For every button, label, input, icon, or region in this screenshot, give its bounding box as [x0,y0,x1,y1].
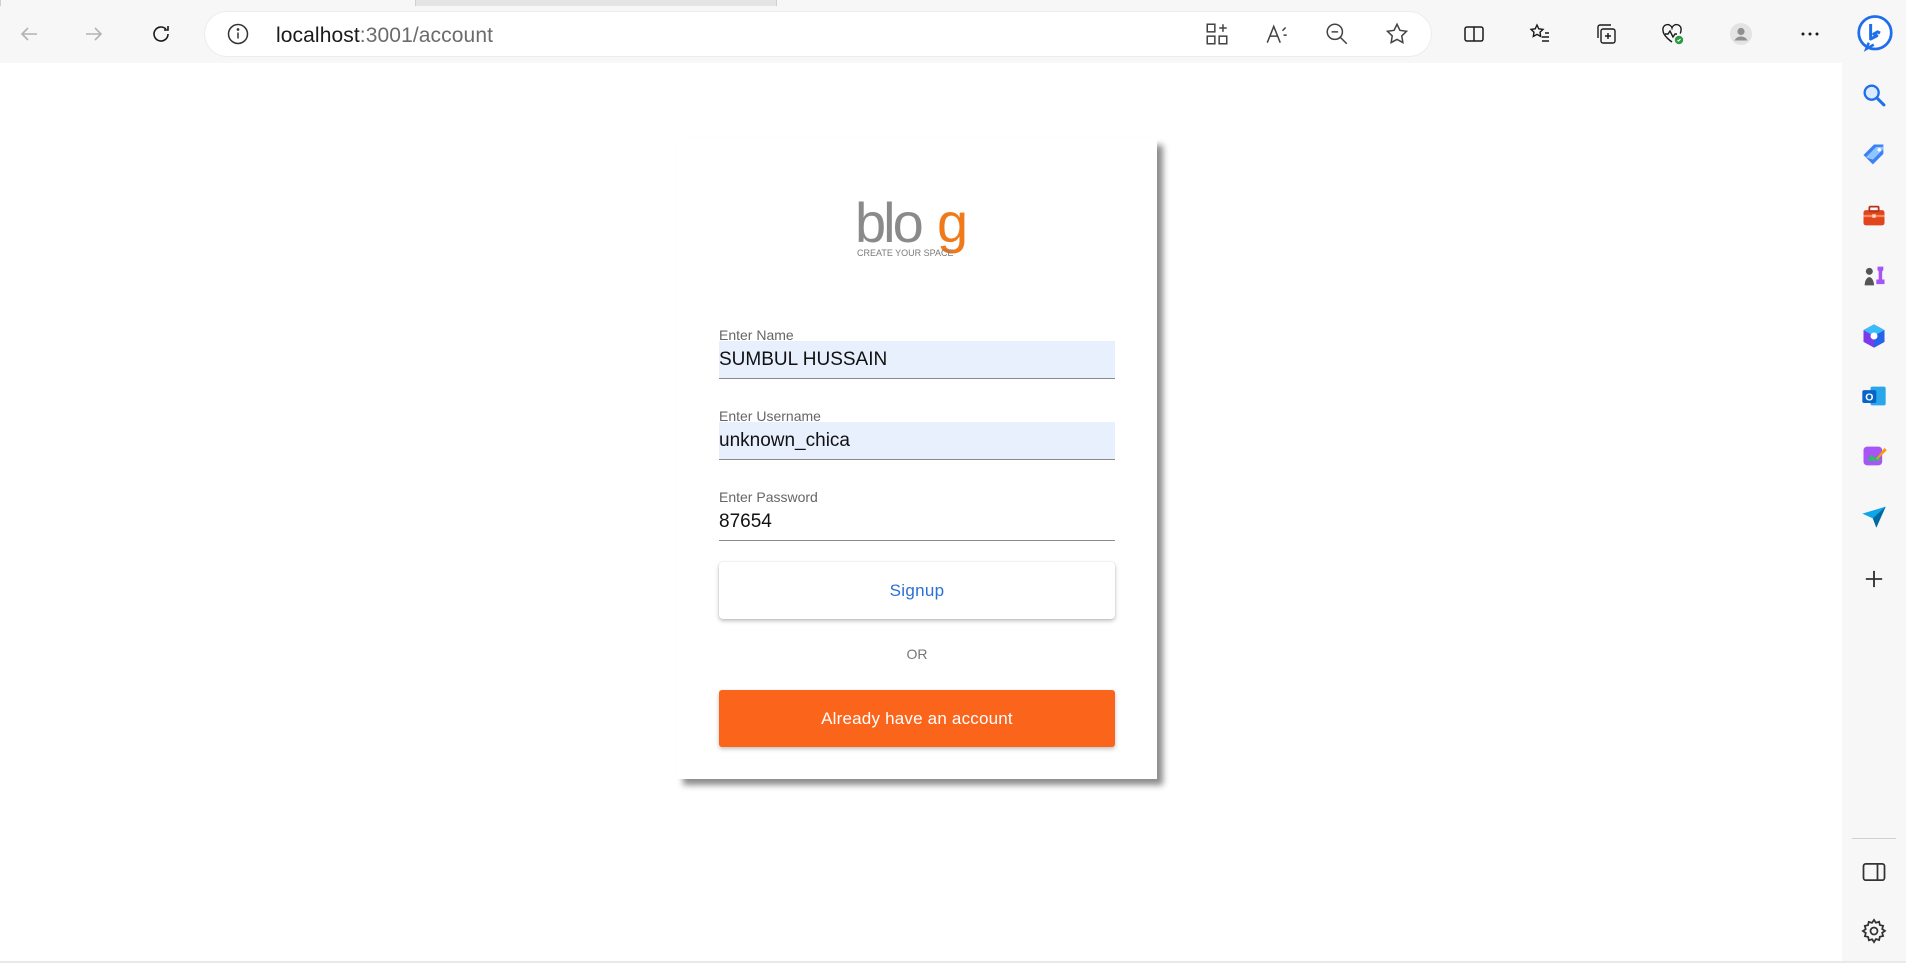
sidebar-divider [1852,838,1896,839]
already-have-account-button[interactable]: Already have an account [719,690,1115,747]
password-input[interactable] [719,503,1115,540]
tools-briefcase-icon[interactable] [1854,196,1894,236]
back-arrow-icon[interactable] [9,14,49,54]
username-input[interactable] [719,422,1115,459]
logo-wordmark-g: g [937,194,968,254]
blog-logo: blo g CREATE YOUR SPACE [855,191,985,264]
logo-wordmark-blo: blo [855,194,922,254]
url-text[interactable]: localhost:3001/account [276,24,493,48]
split-screen-icon[interactable] [1454,14,1494,54]
forward-arrow-icon[interactable] [74,14,114,54]
more-options-icon[interactable] [1790,14,1830,54]
password-input-box [719,503,1115,541]
edge-sidebar: O [1842,63,1906,961]
search-icon[interactable] [1854,75,1894,115]
signup-card: blo g CREATE YOUR SPACE Enter Name Enter… [677,139,1157,779]
microsoft365-icon[interactable] [1854,316,1894,356]
read-aloud-icon[interactable] [1264,21,1290,47]
browser-toolbar: localhost:3001/account [0,6,1906,63]
send-plane-icon[interactable] [1854,496,1894,536]
name-input[interactable] [719,341,1115,378]
name-input-box [719,341,1115,379]
url-host: localhost [276,24,360,47]
profile-avatar-icon[interactable] [1721,14,1761,54]
address-bar[interactable]: localhost:3001/account [204,11,1432,57]
outlook-icon[interactable]: O [1854,376,1894,416]
hide-sidebar-icon[interactable] [1854,852,1894,892]
site-info-icon[interactable] [226,22,250,46]
shopping-tag-icon[interactable] [1854,135,1894,175]
page-content: blo g CREATE YOUR SPACE Enter Name Enter… [0,63,1842,961]
zoom-out-icon[interactable] [1324,21,1350,47]
signup-button[interactable]: Signup [719,562,1115,619]
add-plus-icon[interactable] [1854,559,1894,599]
browser-essentials-icon[interactable] [1652,14,1692,54]
favorites-list-icon[interactable] [1520,14,1560,54]
settings-gear-icon[interactable] [1854,911,1894,951]
collections-icon[interactable] [1586,14,1626,54]
refresh-icon[interactable] [141,14,181,54]
designer-icon[interactable] [1854,436,1894,476]
logo-tagline: CREATE YOUR SPACE [857,248,954,258]
username-input-box [719,422,1115,460]
url-path: :3001/account [359,24,494,47]
svg-text:O: O [1865,392,1873,404]
games-chess-icon[interactable] [1854,256,1894,296]
or-divider-text: OR [906,646,928,662]
app-available-icon[interactable] [1204,21,1230,47]
copilot-bing-icon[interactable] [1853,12,1897,56]
favorite-star-icon[interactable] [1384,21,1410,47]
